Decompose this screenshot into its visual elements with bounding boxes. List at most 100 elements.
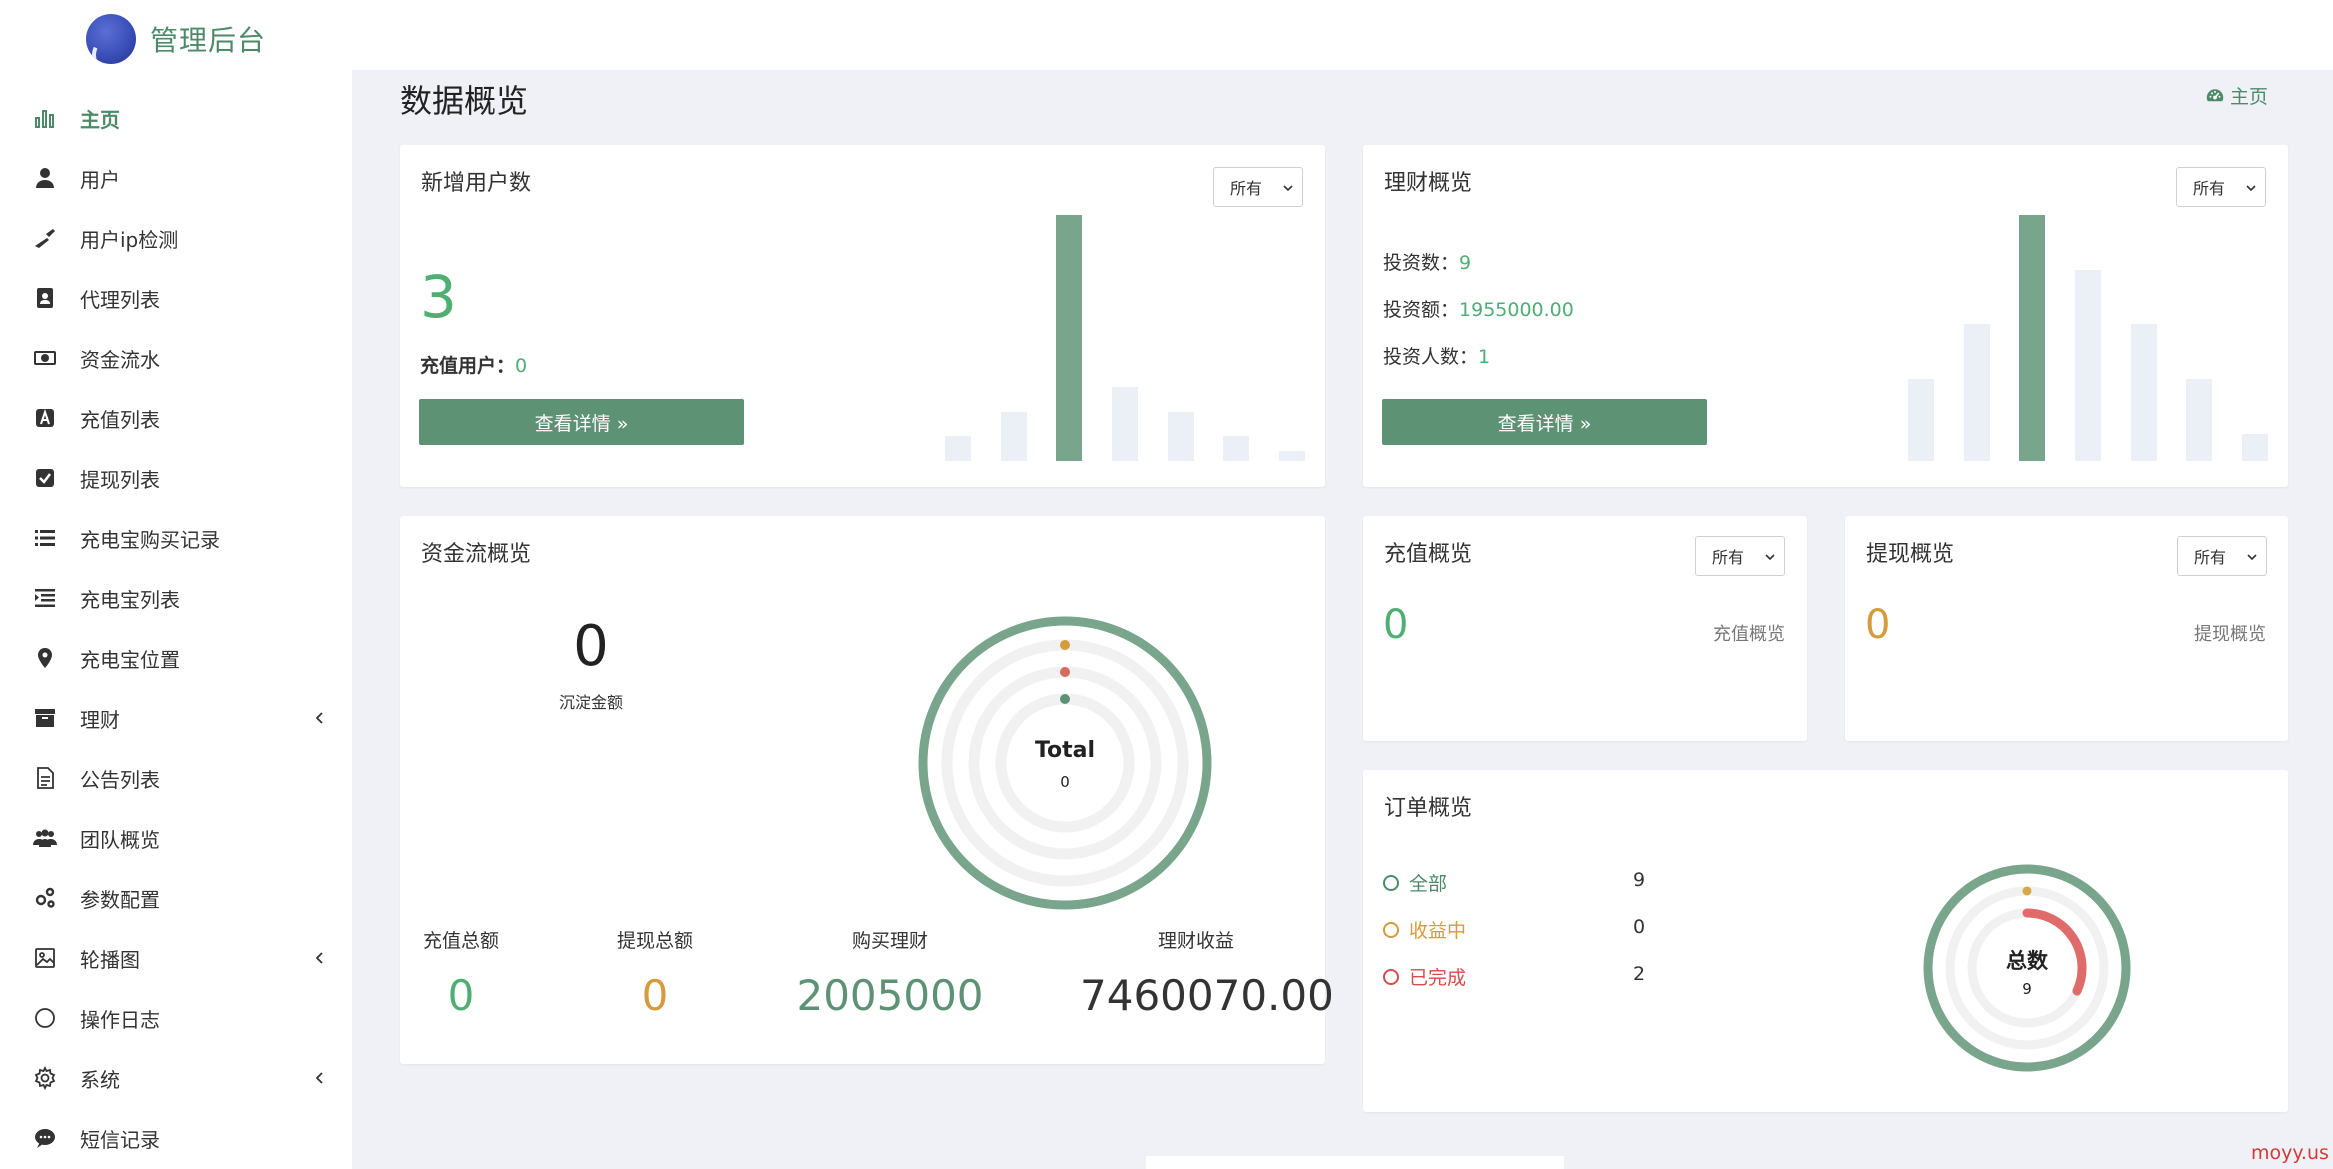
sidebar-item-label: 团队概览 [80,827,160,852]
recharge-users-row: 充值用户：0 [420,351,527,378]
chevron-down-icon [1283,185,1293,192]
orders-ring-title: 总数 [2006,949,2048,973]
invest-amount-row: 投资额：1955000.00 [1383,295,1574,322]
invest-count-label: 投资数： [1383,252,1460,274]
sidebar-item-label: 代理列表 [80,287,160,312]
sidebar-item-label: 短信记录 [80,1127,160,1152]
ring-value: 0 [1060,773,1070,791]
sidebar-item-fund-flow[interactable]: 资金流水 [0,328,352,388]
ring-dot-orange [2022,886,2032,896]
withdraw-filter-select[interactable]: 所有 [2177,536,2267,576]
sidebar-item-agents[interactable]: 代理列表 [0,268,352,328]
new-users-bar-chart [930,215,1320,461]
bar-2 [1001,412,1027,461]
bar-7 [2242,434,2268,461]
image-icon [32,945,58,971]
sidebar-item-team-overview[interactable]: 团队概览 [0,808,352,868]
bar-2 [1964,324,1990,461]
chevron-left-icon[interactable] [312,710,328,726]
sidebar-item-label: 充电宝购买记录 [80,527,220,552]
sidebar-item-powerbank-list[interactable]: 充电宝列表 [0,568,352,628]
recharge-users-label: 充值用户： [420,355,516,377]
deposit-value: 0 [573,614,609,679]
sidebar-item-withdraw-list[interactable]: 提现列表 [0,448,352,508]
sidebar-item-announcements[interactable]: 公告列表 [0,748,352,808]
breadcrumb[interactable]: 主页 [2206,82,2268,109]
sidebar: 主页 用户 用户ip检测 代理列表 资金流水 充值列表 提现列表 充电宝购买记录… [0,70,352,1169]
bar-5 [1168,412,1194,461]
finance-title: 理财概览 [1384,171,1473,196]
sidebar-item-label: 充电宝列表 [80,587,180,612]
chevron-left-icon[interactable] [312,950,328,966]
sidebar-item-label: 主页 [80,107,120,132]
sidebar-item-powerbank-location[interactable]: 充电宝位置 [0,628,352,688]
sidebar-item-label: 公告列表 [80,767,160,792]
orders-legend-completed[interactable]: 已完成 [1383,963,1466,990]
sidebar-item-label: 参数配置 [80,887,160,912]
breadcrumb-home[interactable]: 主页 [2230,82,2268,109]
filter-value: 所有 [1712,548,1745,567]
bar-3 [1056,215,1082,461]
sidebar-item-recharge-list[interactable]: 充值列表 [0,388,352,448]
bar-3 [2019,215,2045,461]
gear-icon [32,1065,58,1091]
stat-withdraw-total-label: 提现总额 [616,930,693,952]
sidebar-item-label: 轮播图 [80,947,140,972]
sidebar-item-label: 用户ip检测 [80,227,179,252]
chevron-down-icon [2247,554,2257,561]
orders-ring-value: 9 [2022,980,2032,998]
legend-label: 已完成 [1409,967,1467,989]
logo[interactable] [86,14,136,64]
ring-dot-orange [1060,640,1070,650]
orders-all-count: 9 [1633,869,1646,891]
stat-withdraw-total-value: 0 [641,971,669,1020]
sidebar-item-ip-detect[interactable]: 用户ip检测 [0,208,352,268]
investors-value: 1 [1478,346,1491,368]
chevron-left-icon[interactable] [312,1070,328,1086]
recharge-overview-value: 0 [1383,602,1409,648]
sidebar-item-system[interactable]: 系统 [0,1048,352,1108]
recharge-filter-select[interactable]: 所有 [1695,536,1785,576]
page-title: 数据概览 [400,82,529,120]
chevron-down-icon [2246,185,2256,192]
new-users-filter-select[interactable]: 所有 [1213,167,1303,207]
sidebar-item-params[interactable]: 参数配置 [0,868,352,928]
file-text-icon [32,765,58,791]
sidebar-item-carousel[interactable]: 轮播图 [0,928,352,988]
contacts-icon [32,285,58,311]
legend-ring-icon [1383,968,1399,985]
sidebar-item-powerbank-purchases[interactable]: 充电宝购买记录 [0,508,352,568]
sidebar-item-finance[interactable]: 理财 [0,688,352,748]
legend-label: 全部 [1409,873,1448,895]
finance-detail-button[interactable]: 查看详情 » [1382,399,1707,445]
bar-chart-icon [32,105,58,131]
filter-value: 所有 [2194,548,2227,567]
filter-value: 所有 [1230,179,1263,198]
sidebar-item-sms-records[interactable]: 短信记录 [0,1108,352,1168]
stat-purchase-finance-value: 2005000 [796,971,984,1020]
new-users-detail-button[interactable]: 查看详情 » [419,399,744,445]
withdraw-overview-title: 提现概览 [1866,542,1955,567]
dashboard-icon [2206,88,2224,101]
archive-icon [32,705,58,731]
finance-filter-select[interactable]: 所有 [2176,167,2266,207]
ring-title: Total [1034,738,1096,763]
orders-legend-all[interactable]: 全部 [1383,869,1447,896]
top-bar: 管理后台 [0,0,2333,70]
orders-earning-count: 0 [1633,916,1646,938]
orders-legend-earning[interactable]: 收益中 [1383,916,1466,943]
sidebar-item-label: 提现列表 [80,467,160,492]
sidebar-item-operation-log[interactable]: 操作日志 [0,988,352,1048]
ring-track-3 [995,693,1135,833]
fund-flow-card: 资金流概览 0 沉淀金额 Total 0 充值总额 提现总额 购买理财 理财收益… [400,516,1334,1064]
watermark: moyy.us [2251,1142,2329,1164]
recharge-overview-title: 充值概览 [1384,542,1473,567]
sidebar-item-users[interactable]: 用户 [0,148,352,208]
recharge-overview-caption: 充值概览 [1713,624,1785,645]
sidebar-item-home[interactable]: 主页 [0,88,352,148]
user-icon [32,165,58,191]
fund-flow-ring-chart [918,616,1212,910]
recharge-icon [32,405,58,431]
new-users-count: 3 [420,263,457,331]
sidebar-item-label: 用户 [80,167,120,192]
